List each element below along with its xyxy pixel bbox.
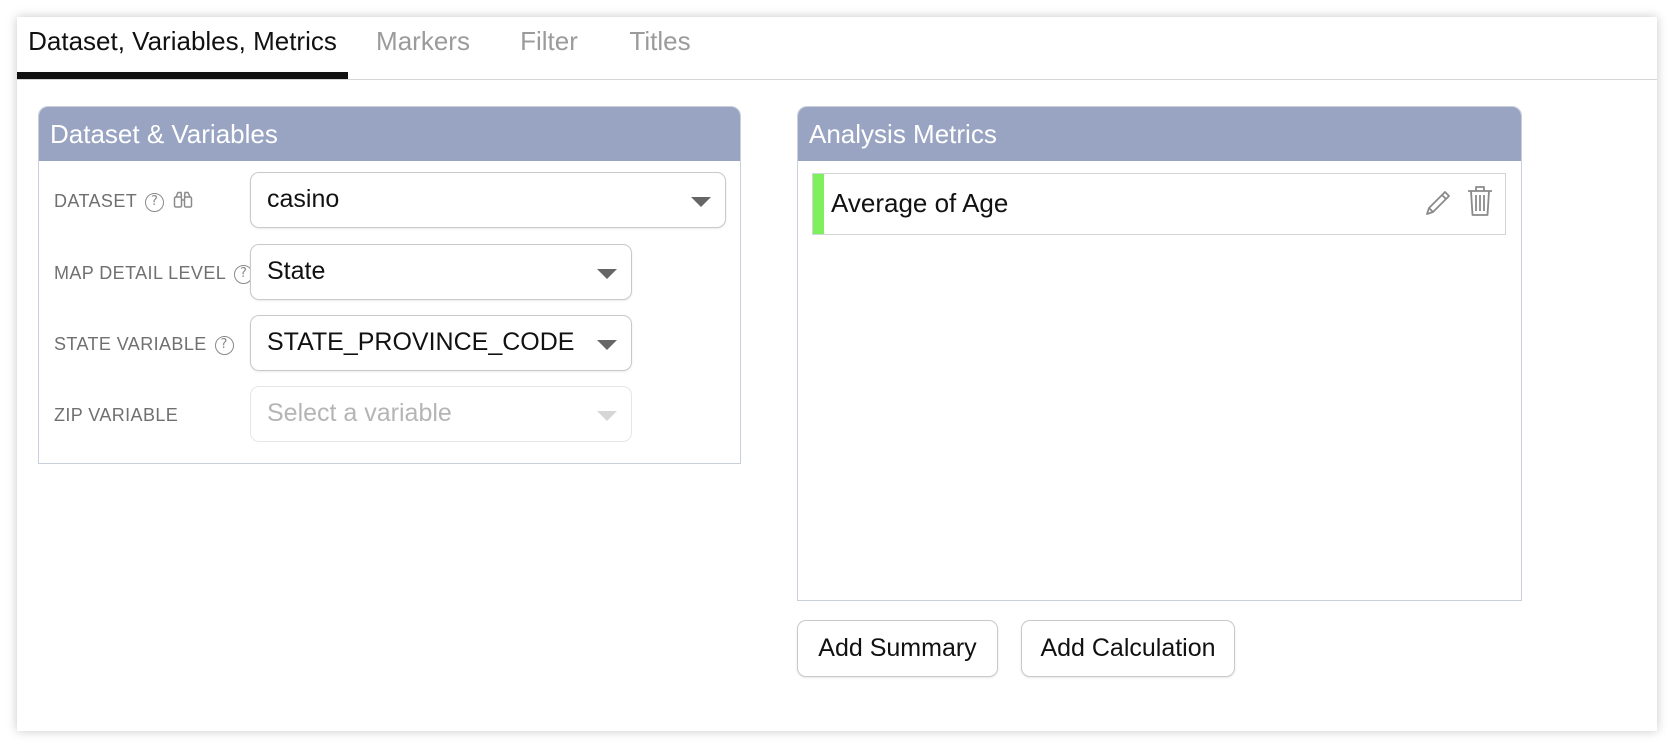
binoculars-icon[interactable] — [173, 174, 193, 232]
metric-indicator — [813, 174, 824, 234]
add-summary-button[interactable]: Add Summary — [797, 620, 998, 677]
help-circle-icon[interactable]: ? — [145, 193, 165, 212]
tab-bar: Dataset, Variables, Metrics Markers Filt… — [17, 17, 1657, 80]
state-variable-label: STATE VARIABLE? — [54, 315, 234, 373]
map-detail-level-value: State — [267, 257, 326, 285]
help-circle-icon[interactable]: ? — [214, 336, 234, 355]
dataset-select[interactable]: casino — [250, 172, 726, 228]
state-variable-value: STATE_PROVINCE_CODE — [267, 328, 575, 356]
tab-filter[interactable]: Filter — [507, 17, 591, 79]
trash-icon[interactable] — [1465, 184, 1495, 223]
chevron-down-icon — [597, 340, 617, 350]
metric-item[interactable]: Average of Age — [812, 173, 1506, 235]
analysis-metrics-panel: Analysis Metrics Average of Age — [797, 106, 1522, 601]
map-detail-level-select[interactable]: State — [250, 244, 632, 300]
chevron-down-icon — [597, 411, 617, 421]
analysis-metrics-panel-title: Analysis Metrics — [798, 107, 1521, 161]
dataset-row: DATASET? casino — [39, 172, 740, 230]
zip-variable-select[interactable]: Select a variable — [250, 386, 632, 442]
add-calculation-button[interactable]: Add Calculation — [1021, 620, 1235, 677]
tab-dataset-variables-metrics[interactable]: Dataset, Variables, Metrics — [17, 17, 348, 79]
tab-markers[interactable]: Markers — [357, 17, 489, 79]
pencil-icon[interactable] — [1423, 186, 1455, 223]
map-detail-level-label: MAP DETAIL LEVEL? — [54, 244, 254, 302]
dataset-select-value: casino — [267, 185, 340, 213]
state-variable-row: STATE VARIABLE? STATE_PROVINCE_CODE — [39, 315, 740, 373]
dataset-variables-panel: Dataset & Variables DATASET? casino MAP … — [38, 106, 741, 464]
dataset-label: DATASET? — [54, 172, 193, 230]
map-detail-level-row: MAP DETAIL LEVEL? State — [39, 244, 740, 302]
chevron-down-icon — [691, 197, 711, 207]
zip-variable-placeholder: Select a variable — [267, 399, 452, 427]
state-variable-select[interactable]: STATE_PROVINCE_CODE — [250, 315, 632, 371]
zip-variable-row: ZIP VARIABLE Select a variable — [39, 386, 740, 444]
chevron-down-icon — [597, 269, 617, 279]
zip-variable-label: ZIP VARIABLE — [54, 405, 179, 425]
tab-titles[interactable]: Titles — [615, 17, 705, 79]
dataset-variables-panel-title: Dataset & Variables — [39, 107, 740, 161]
app-window: Dataset, Variables, Metrics Markers Filt… — [17, 17, 1657, 731]
metric-label: Average of Age — [831, 188, 1009, 218]
